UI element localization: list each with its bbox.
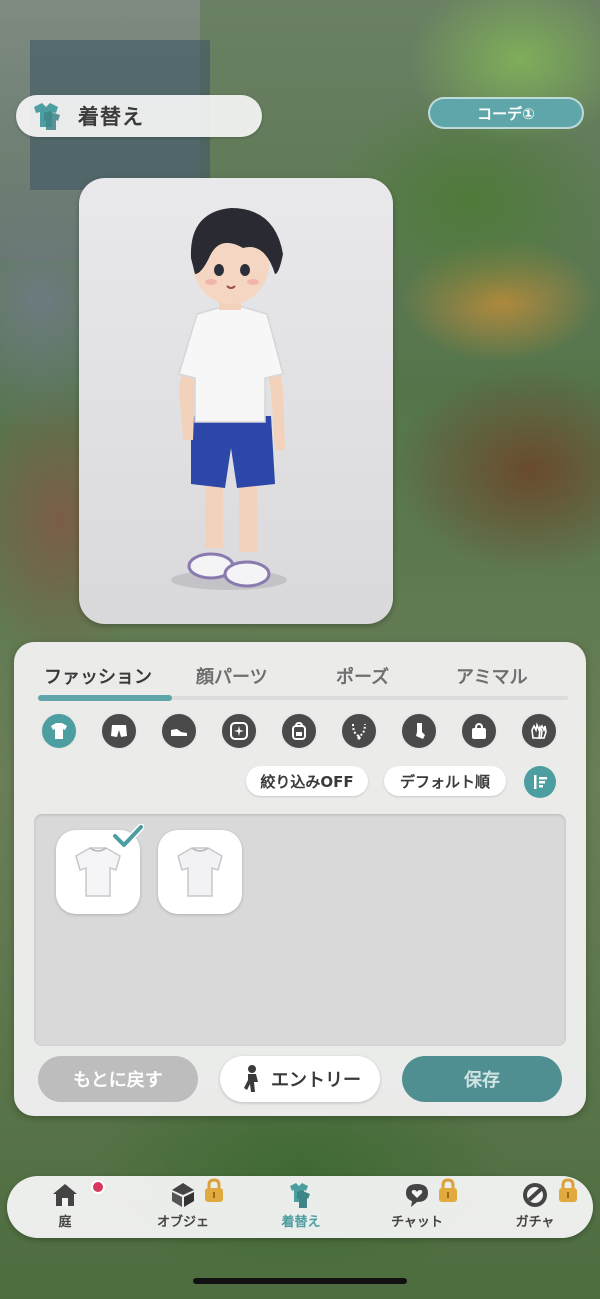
nav-label-dressup: 着替え bbox=[281, 1215, 321, 1230]
category-gloves[interactable] bbox=[520, 712, 558, 750]
clothes-hanger-icon bbox=[34, 103, 60, 130]
notification-badge bbox=[91, 1180, 105, 1194]
sparkle-icon bbox=[230, 722, 248, 740]
save-button[interactable]: 保存 bbox=[402, 1056, 562, 1102]
nav-label-gacha: ガチャ bbox=[515, 1215, 555, 1230]
page-title: 着替え bbox=[78, 105, 144, 129]
white-tshirt-icon bbox=[75, 847, 121, 897]
home-indicator[interactable] bbox=[193, 1278, 407, 1284]
gacha-icon bbox=[523, 1183, 547, 1207]
white-tshirt-icon bbox=[177, 847, 223, 897]
bag-icon bbox=[472, 722, 486, 739]
character-preview bbox=[79, 178, 393, 624]
shorts-icon bbox=[111, 725, 127, 737]
filter-toggle-button[interactable]: 絞り込みOFF bbox=[246, 766, 368, 796]
nav-label-chat: チャット bbox=[391, 1215, 443, 1230]
lock-icon bbox=[205, 1178, 223, 1202]
sort-icon bbox=[534, 775, 547, 789]
nav-label-garden: 庭 bbox=[58, 1215, 72, 1230]
bottom-navigation: 庭 オブジェ 着替え チャット ガチャ bbox=[7, 1176, 593, 1238]
category-tshirt[interactable] bbox=[40, 712, 78, 750]
action-row: もとに戻す エントリー 保存 bbox=[14, 1056, 586, 1104]
sock-icon bbox=[416, 723, 425, 739]
nav-item-garden[interactable]: 庭 bbox=[15, 1180, 115, 1234]
category-bottoms[interactable] bbox=[100, 712, 138, 750]
category-bar bbox=[40, 712, 560, 750]
category-backpack[interactable] bbox=[280, 712, 318, 750]
item-white-tshirt[interactable] bbox=[158, 830, 242, 914]
category-effects[interactable] bbox=[220, 712, 258, 750]
lock-icon bbox=[439, 1178, 457, 1202]
object-icon bbox=[172, 1183, 194, 1207]
filter-row: 絞り込みOFF デフォルト順 bbox=[14, 766, 586, 798]
item-white-tshirt-selected[interactable] bbox=[56, 824, 144, 914]
home-icon bbox=[53, 1184, 77, 1206]
category-bag[interactable] bbox=[460, 712, 498, 750]
backpack-icon bbox=[292, 721, 306, 740]
coordinate-button[interactable]: コーデ① bbox=[428, 97, 584, 129]
item-grid bbox=[34, 814, 566, 1046]
category-shoes[interactable] bbox=[160, 712, 198, 750]
page-header: 着替え bbox=[16, 95, 262, 137]
nav-item-gacha[interactable]: ガチャ bbox=[485, 1178, 585, 1234]
checkmark-icon bbox=[112, 824, 144, 849]
character-avatar bbox=[171, 208, 287, 590]
sort-direction-button[interactable] bbox=[524, 766, 556, 798]
necklace-icon bbox=[352, 723, 366, 740]
tab-face-parts[interactable]: 顔パーツ bbox=[196, 660, 268, 692]
category-accessory[interactable] bbox=[340, 712, 378, 750]
shoe-icon bbox=[171, 729, 187, 736]
lock-icon bbox=[559, 1178, 577, 1202]
nav-item-dressup[interactable]: 着替え bbox=[251, 1180, 351, 1234]
wardrobe-panel: ファッション 顔パーツ ポーズ アミマル 絞り込みOFF デフォルト順 もとに戻… bbox=[14, 642, 586, 1116]
sort-order-button[interactable]: デフォルト順 bbox=[384, 766, 506, 796]
entry-label: エントリー bbox=[271, 1070, 361, 1091]
chat-heart-icon bbox=[406, 1184, 428, 1207]
tab-pose[interactable]: ポーズ bbox=[336, 660, 389, 692]
tab-fashion[interactable]: ファッション bbox=[44, 660, 152, 692]
active-tab-indicator bbox=[38, 695, 172, 701]
tshirt-icon bbox=[51, 723, 67, 739]
clothes-icon bbox=[290, 1183, 310, 1208]
person-pose-icon bbox=[244, 1065, 258, 1092]
gloves-icon bbox=[531, 722, 547, 739]
tab-bar: ファッション 顔パーツ ポーズ アミマル bbox=[38, 660, 568, 701]
category-socks[interactable] bbox=[400, 712, 438, 750]
entry-button[interactable]: エントリー bbox=[220, 1056, 380, 1102]
revert-button[interactable]: もとに戻す bbox=[38, 1056, 198, 1102]
nav-label-object: オブジェ bbox=[156, 1215, 209, 1230]
nav-item-object[interactable]: オブジェ bbox=[133, 1178, 233, 1234]
nav-item-chat[interactable]: チャット bbox=[367, 1178, 467, 1234]
tab-amimaru[interactable]: アミマル bbox=[456, 660, 528, 692]
